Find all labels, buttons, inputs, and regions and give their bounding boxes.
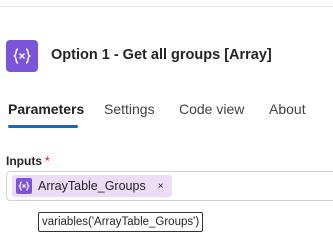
- action-details-panel: Option 1 - Get all groups [Array] Parame…: [0, 0, 333, 248]
- variable-icon: [6, 40, 38, 72]
- inputs-label: Inputs *: [6, 154, 50, 168]
- action-title: Option 1 - Get all groups [Array]: [51, 47, 272, 63]
- tab-bar: Parameters Settings Code view About: [0, 98, 333, 132]
- active-tab-indicator: [8, 125, 78, 128]
- required-marker: *: [45, 154, 50, 168]
- tab-code-view[interactable]: Code view: [179, 101, 244, 117]
- variable-token[interactable]: ArrayTable_Groups ×: [12, 175, 172, 197]
- inputs-label-text: Inputs: [6, 154, 42, 168]
- variable-icon: [16, 178, 32, 194]
- tab-parameters[interactable]: Parameters: [8, 101, 84, 117]
- inputs-field[interactable]: ArrayTable_Groups ×: [6, 171, 333, 201]
- tab-settings[interactable]: Settings: [104, 101, 155, 117]
- remove-token-button[interactable]: ×: [158, 181, 164, 192]
- token-expression-tooltip: variables('ArrayTable_Groups'): [38, 212, 204, 232]
- header-divider: [0, 6, 333, 7]
- token-label: ArrayTable_Groups: [38, 179, 146, 193]
- tab-about[interactable]: About: [269, 101, 306, 117]
